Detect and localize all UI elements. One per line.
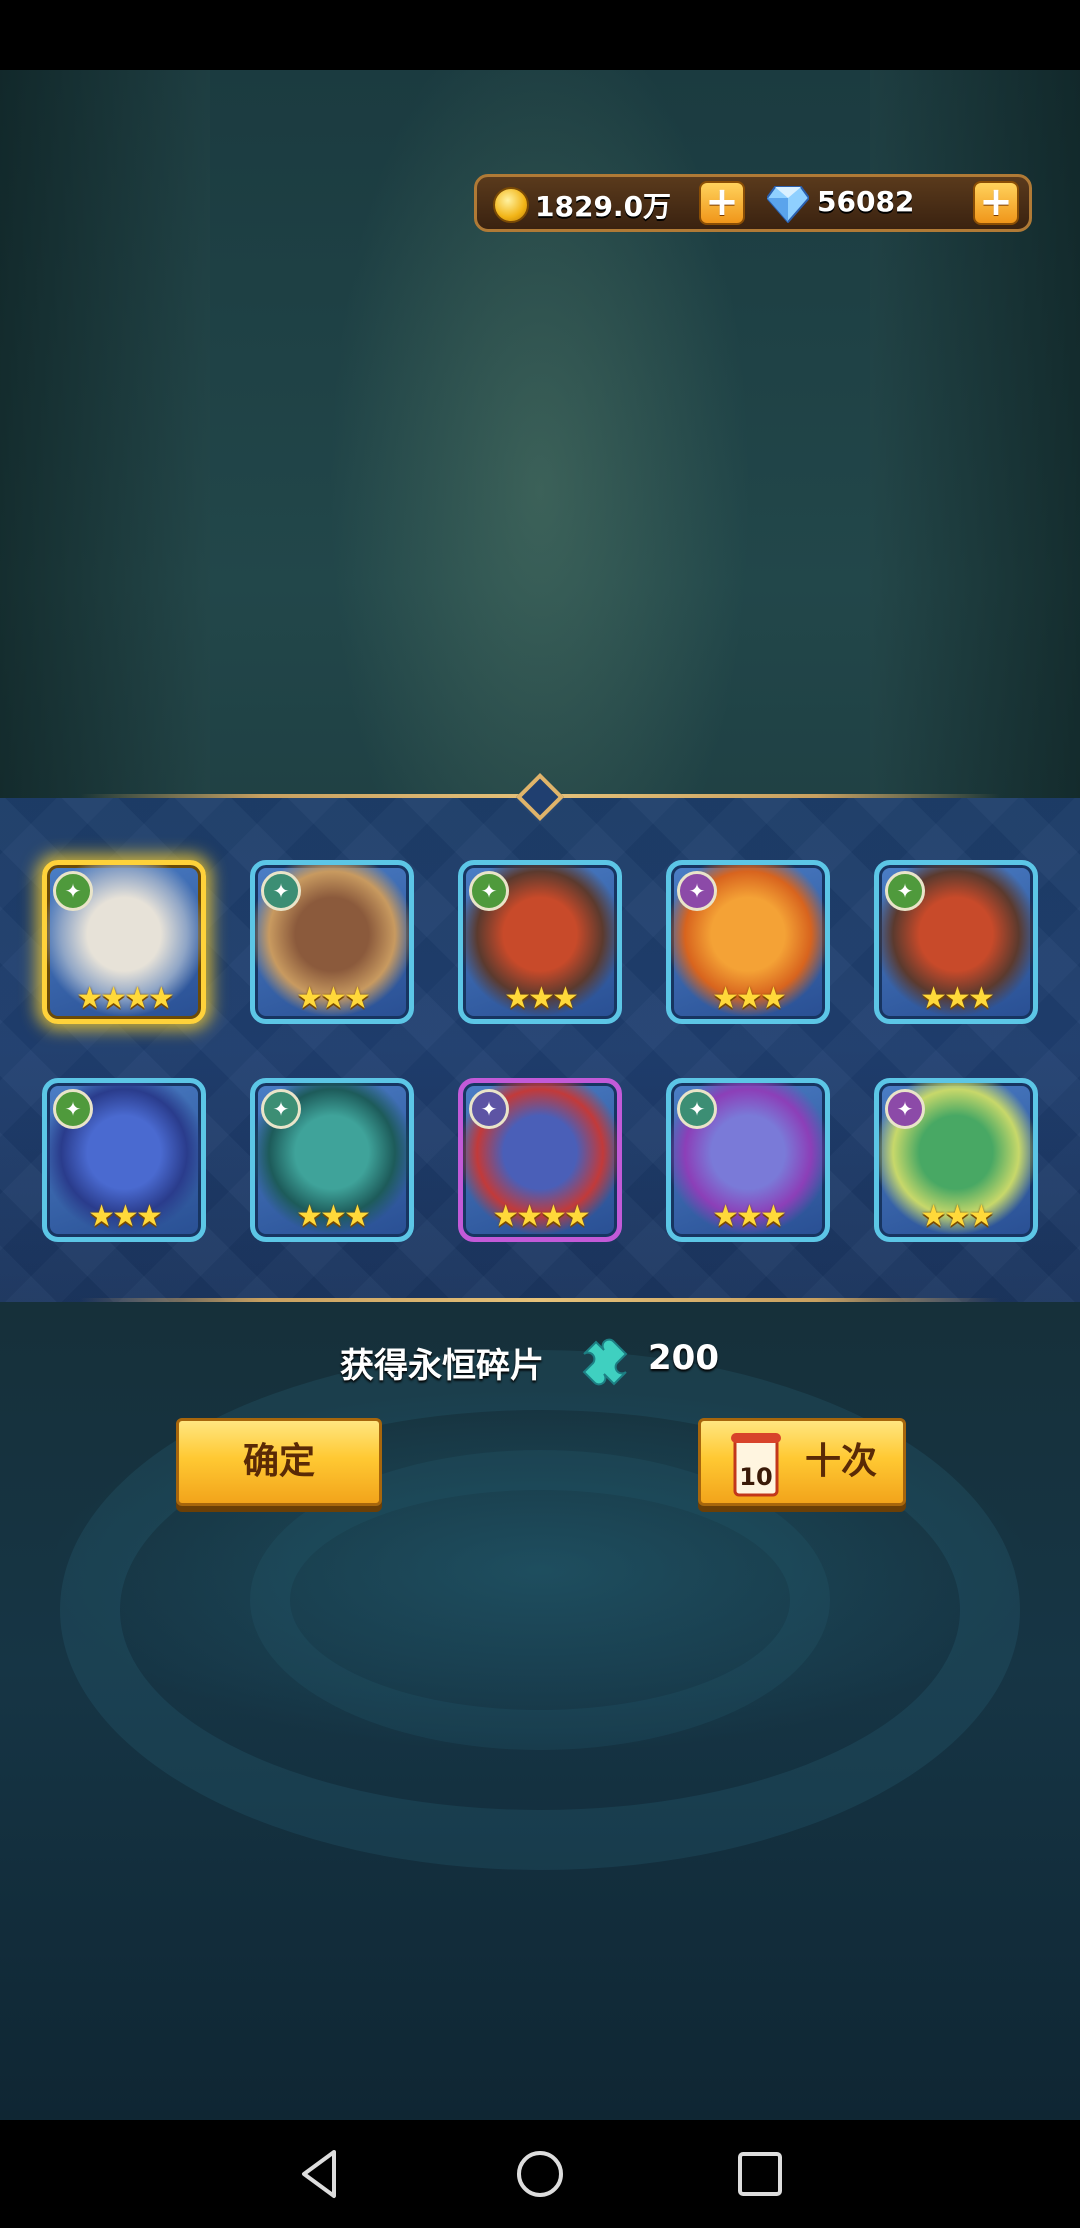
wing-emblem-icon: ✦ — [261, 871, 301, 911]
back-icon[interactable] — [290, 2144, 350, 2204]
star-rating: ★★★ — [712, 1199, 787, 1234]
diamond-gem-icon — [767, 186, 809, 223]
gem-amount: 56082 — [817, 185, 915, 218]
skull-emblem-icon: ✦ — [677, 871, 717, 911]
star-rating: ★★★ — [920, 981, 995, 1016]
summon-ten-button[interactable]: 10 十次 — [698, 1418, 906, 1506]
star-rating: ★★★★ — [492, 1199, 591, 1234]
hero-card[interactable]: ✦ ★★★ — [458, 860, 622, 1024]
skull-emblem-icon: ✦ — [885, 1089, 925, 1129]
confirm-button[interactable]: 确定 — [176, 1418, 382, 1506]
hero-card[interactable]: ✦ ★★★ — [874, 1078, 1038, 1242]
star-rating: ★★★★ — [76, 981, 175, 1016]
panel-bottom-border — [80, 1298, 1000, 1302]
star-rating: ★★★ — [504, 981, 579, 1016]
hero-card[interactable]: ✦ ★★★ — [42, 1078, 206, 1242]
hero-card[interactable]: ✦ ★★★ — [666, 860, 830, 1024]
leaf-emblem-icon: ✦ — [53, 871, 93, 911]
star-rating: ★★★ — [712, 981, 787, 1016]
hero-card[interactable]: ✦ ★★★ — [250, 1078, 414, 1242]
wing-emblem-icon: ✦ — [677, 1089, 717, 1129]
wing-emblem-icon: ✦ — [261, 1089, 301, 1129]
gold-amount: 1829.0万 — [535, 190, 672, 223]
demon-emblem-icon: ✦ — [469, 1089, 509, 1129]
hero-card[interactable]: ✦ ★★★ — [874, 860, 1038, 1024]
reward-label: 获得永恒碎片 — [340, 1346, 544, 1386]
hero-card[interactable]: ✦ ★★★ — [666, 1078, 830, 1242]
star-rating: ★★★ — [88, 1199, 163, 1234]
confirm-label: 确定 — [242, 1441, 315, 1482]
hero-card[interactable]: ✦ ★★★★ — [458, 1078, 622, 1242]
summon-ticket-icon: 10 — [731, 1433, 781, 1497]
star-rating: ★★★ — [296, 1199, 371, 1234]
currency-bar: 1829.0万 + 56082 + — [474, 174, 1032, 232]
status-bar — [0, 0, 1080, 70]
leaf-emblem-icon: ✦ — [885, 871, 925, 911]
ticket-number: 10 — [739, 1463, 772, 1491]
leaf-emblem-icon: ✦ — [53, 1089, 93, 1129]
gold-coin-icon — [493, 187, 529, 223]
star-rating: ★★★ — [296, 981, 371, 1016]
hero-card[interactable]: ✦ ★★★★ — [42, 860, 206, 1024]
add-gem-button[interactable]: + — [973, 181, 1019, 225]
home-icon[interactable] — [510, 2144, 570, 2204]
hero-card[interactable]: ✦ ★★★ — [250, 860, 414, 1024]
leaf-emblem-icon: ✦ — [469, 871, 509, 911]
add-gold-button[interactable]: + — [699, 181, 745, 225]
reward-count: 200 — [648, 1338, 719, 1378]
system-nav-bar — [0, 2120, 1080, 2228]
puzzle-shard-icon — [582, 1338, 628, 1386]
summon-ten-label: 十次 — [805, 1441, 878, 1482]
star-rating: ★★★ — [920, 1199, 995, 1234]
left-pillar — [0, 70, 210, 800]
recent-apps-icon[interactable] — [730, 2144, 790, 2204]
